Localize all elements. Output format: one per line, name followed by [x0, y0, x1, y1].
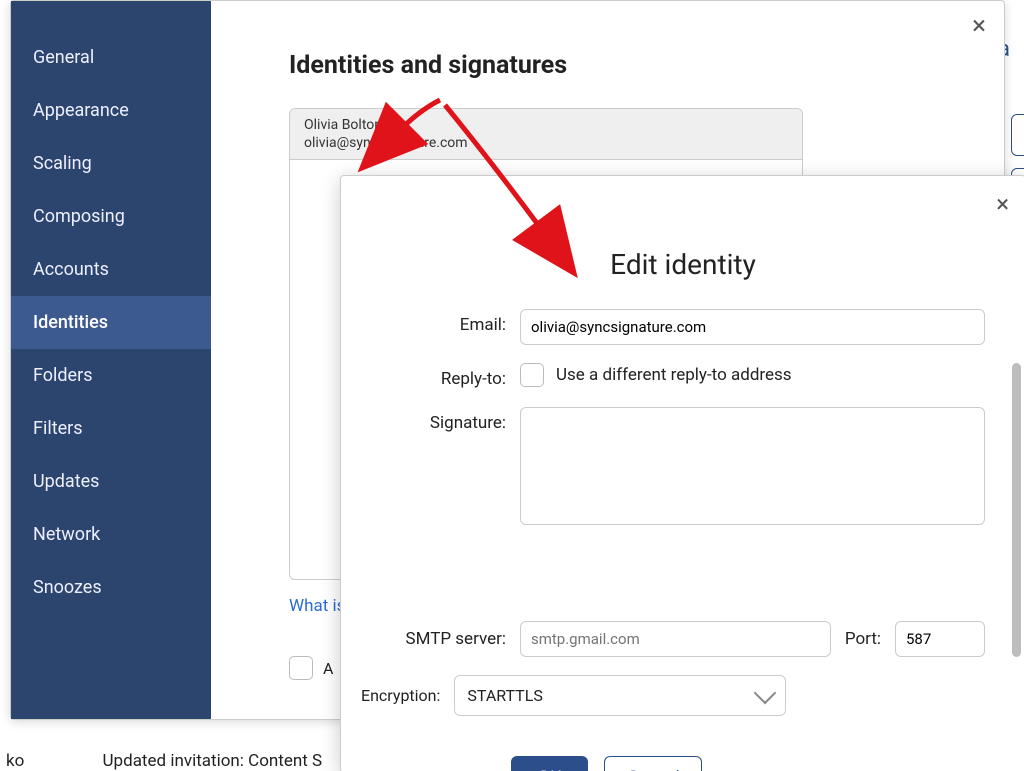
encryption-select[interactable]: STARTTLS [454, 675, 786, 716]
sidebar-item-updates[interactable]: Updates [11, 455, 211, 508]
reply-to-checkbox[interactable] [520, 363, 544, 387]
sidebar-item-scaling[interactable]: Scaling [11, 137, 211, 190]
signature-field[interactable] [520, 407, 985, 525]
option-label: A [323, 659, 333, 678]
port-label: Port: [845, 629, 881, 649]
modal-title: Edit identity [341, 248, 1024, 281]
add-button[interactable]: Add [1011, 114, 1024, 156]
option-checkbox[interactable] [289, 656, 313, 680]
sidebar-item-network[interactable]: Network [11, 508, 211, 561]
footer-right: Updated invitation: Content S [103, 751, 323, 771]
sidebar-item-appearance[interactable]: Appearance [11, 84, 211, 137]
encryption-label: Encryption: [361, 686, 440, 705]
identity-email: olivia@syncsignature.com [304, 135, 788, 151]
reply-to-label: Reply-to: [361, 363, 520, 389]
sidebar-item-composing[interactable]: Composing [11, 190, 211, 243]
sidebar-item-filters[interactable]: Filters [11, 402, 211, 455]
email-field[interactable] [520, 309, 985, 345]
footer-left: ko [6, 751, 24, 771]
identity-name: Olivia Bolton [304, 117, 788, 133]
reply-to-text: Use a different reply-to address [556, 365, 792, 385]
what-is-link[interactable]: What is [289, 596, 345, 616]
close-icon[interactable]: × [996, 190, 1009, 218]
sidebar-item-identities[interactable]: Identities [11, 296, 211, 349]
smtp-label: SMTP server: [361, 629, 506, 649]
scrollbar-thumb[interactable] [1012, 363, 1021, 657]
footer-row: ko Updated invitation: Content S [0, 741, 1024, 771]
sidebar-item-snoozes[interactable]: Snoozes [11, 561, 211, 614]
email-label: Email: [361, 309, 520, 345]
identity-row[interactable]: Olivia Bolton olivia@syncsignature.com [290, 109, 802, 160]
smtp-server-field[interactable] [520, 621, 831, 657]
settings-sidebar: General Appearance Scaling Composing Acc… [11, 1, 211, 719]
sidebar-item-folders[interactable]: Folders [11, 349, 211, 402]
sidebar-item-general[interactable]: General [11, 31, 211, 84]
port-field[interactable] [895, 621, 985, 657]
encryption-value: STARTTLS [467, 686, 542, 705]
signature-label: Signature: [361, 407, 520, 529]
sidebar-item-accounts[interactable]: Accounts [11, 243, 211, 296]
chevron-down-icon [754, 681, 777, 704]
page-title: Identities and signatures [289, 51, 1004, 80]
edit-identity-modal: × Edit identity Email: Reply-to: Use a d… [340, 175, 1024, 771]
